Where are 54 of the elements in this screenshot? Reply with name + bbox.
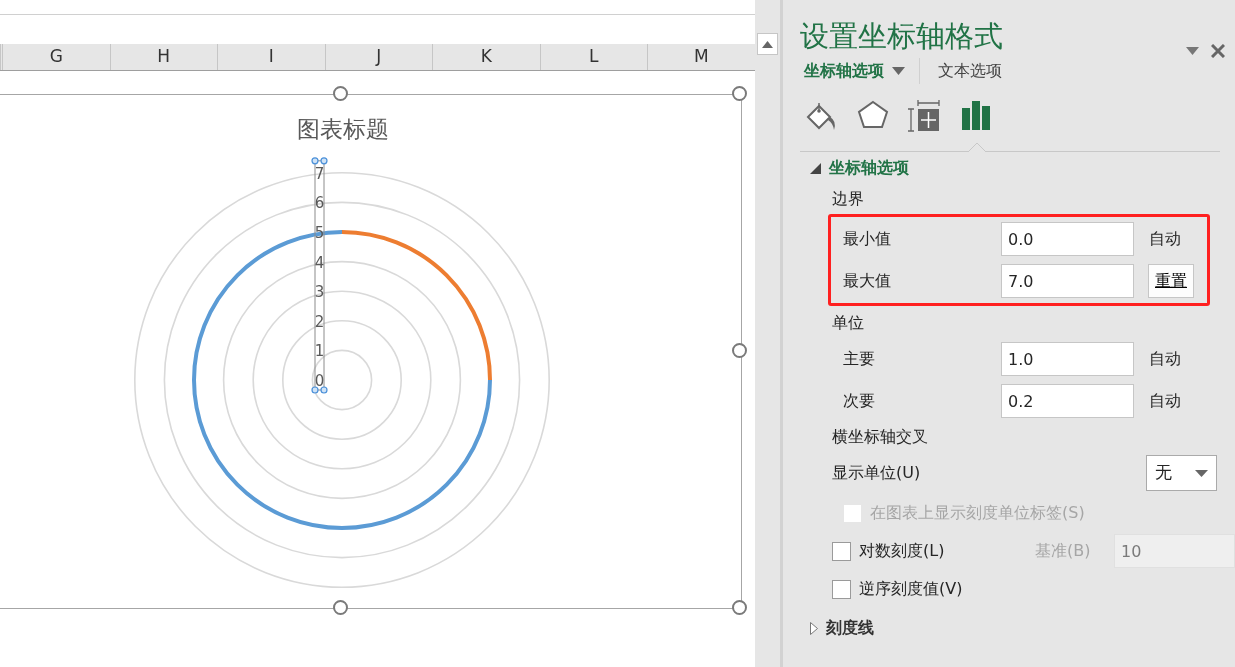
- chart-title: 图表标题: [297, 116, 389, 142]
- options-dropdown[interactable]: [1186, 47, 1199, 55]
- checkbox-label: 在图表上显示刻度单位标签(S): [870, 502, 1085, 524]
- axis-tick-label: 7: [314, 164, 325, 183]
- axis-tick-label: 0: [314, 372, 325, 390]
- pane-tab[interactable]: 坐标轴选项: [800, 59, 909, 83]
- checkbox[interactable]: [832, 579, 851, 599]
- auto-label: 自动: [1149, 390, 1181, 412]
- column-header[interactable]: K: [432, 44, 540, 70]
- pane-title: 设置坐标轴格式: [800, 18, 1003, 55]
- field-label: 最小值: [843, 228, 892, 250]
- column-header[interactable]: H: [109, 44, 217, 70]
- field-label: 基准(B): [1035, 540, 1092, 562]
- caret-icon: [892, 67, 905, 75]
- axis-tick-label: 1: [314, 342, 325, 361]
- caret-icon: [1195, 469, 1208, 477]
- checkbox-label: 逆序刻度值(V): [859, 578, 963, 600]
- axis-tick-label: 6: [314, 194, 325, 213]
- number-field[interactable]: 1.0: [1001, 342, 1134, 376]
- expand-icon[interactable]: [810, 621, 818, 635]
- close-icon[interactable]: [1211, 44, 1225, 58]
- auto-label: 自动: [1149, 348, 1181, 370]
- section-header[interactable]: 刻度线: [826, 616, 874, 640]
- number-field[interactable]: 0.2: [1001, 384, 1134, 418]
- pane-tab[interactable]: 文本选项: [934, 59, 1006, 83]
- number-field[interactable]: 0.0: [1001, 222, 1134, 256]
- resize-handle[interactable]: [732, 86, 747, 101]
- resize-handle[interactable]: [732, 600, 747, 615]
- axis-tick-label: 4: [314, 253, 325, 272]
- column-header[interactable]: J: [324, 44, 432, 70]
- checkbox[interactable]: [832, 541, 851, 561]
- group-label: 横坐标轴交叉: [831, 426, 929, 448]
- column-header[interactable]: L: [539, 44, 647, 70]
- column-header[interactable]: I: [217, 44, 325, 70]
- axis-tick-label: 2: [314, 312, 325, 331]
- checkbox-label: 对数刻度(L): [859, 540, 946, 562]
- unit-dropdown[interactable]: 无: [1146, 455, 1217, 491]
- field-label: 显示单位(U): [832, 462, 921, 484]
- caret-icon: [762, 40, 773, 48]
- auto-label: 自动: [1149, 228, 1181, 250]
- scroll-up-button[interactable]: [757, 33, 778, 55]
- size-icon[interactable]: [908, 99, 942, 133]
- field-label: 次要: [843, 390, 876, 412]
- field-label: 主要: [843, 348, 876, 370]
- column-header[interactable]: G: [2, 44, 110, 70]
- reset-button[interactable]: 重置: [1148, 264, 1194, 298]
- group-label: 边界: [831, 188, 865, 210]
- column-header[interactable]: M: [647, 44, 755, 70]
- collapse-icon[interactable]: [810, 162, 821, 174]
- number-field[interactable]: 7.0: [1001, 264, 1134, 298]
- group-label: 单位: [831, 312, 865, 334]
- field-label: 最大值: [843, 270, 892, 292]
- section-header[interactable]: 坐标轴选项: [829, 156, 909, 180]
- axis-tick-label: 3: [314, 283, 325, 302]
